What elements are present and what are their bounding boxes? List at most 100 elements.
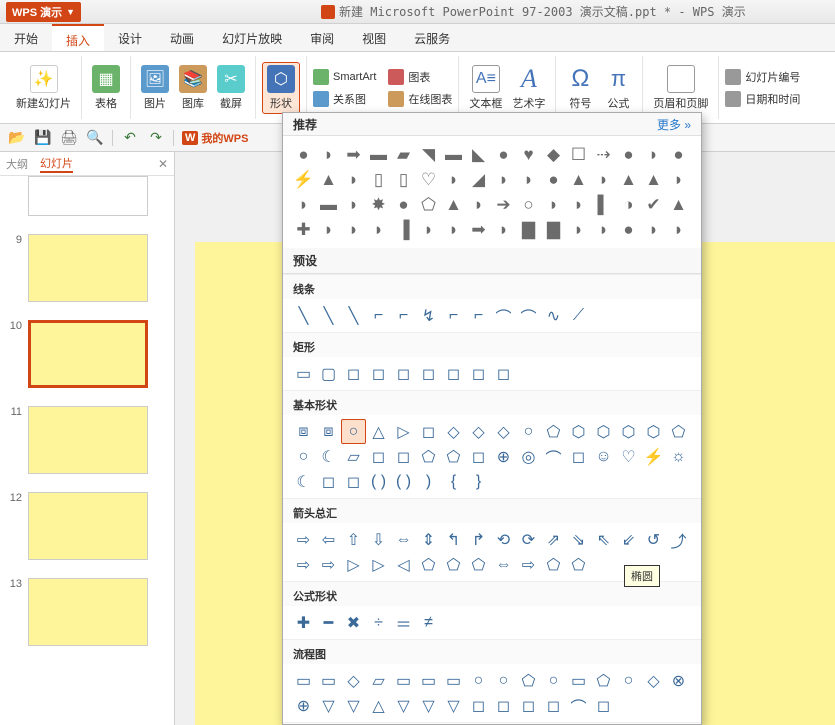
preset-shape[interactable]: ▽ [316, 693, 341, 718]
preset-shape[interactable]: ⌐ [391, 303, 416, 328]
preset-shape[interactable]: ♡ [616, 444, 641, 469]
preset-shape[interactable]: ⤴ [666, 527, 691, 552]
preset-shape[interactable]: ◻ [391, 444, 416, 469]
shape-button[interactable]: ⬡形状 [262, 62, 300, 114]
preset-shape[interactable]: ÷ [366, 610, 391, 635]
date-time-button[interactable]: 日期和时间 [725, 91, 800, 107]
recommend-shape[interactable]: ⚡ [291, 167, 316, 192]
recommend-shape[interactable]: ◗ [441, 167, 466, 192]
preset-shape[interactable]: ◁ [391, 552, 416, 577]
tab-insert[interactable]: 插入 [52, 24, 104, 51]
recommend-shape[interactable]: ◗ [341, 192, 366, 217]
relation-button[interactable]: 关系图 [313, 91, 376, 107]
preset-shape[interactable]: ⬠ [516, 668, 541, 693]
recommend-shape[interactable]: ✚ [291, 217, 316, 242]
tab-animation[interactable]: 动画 [156, 24, 208, 51]
textbox-button[interactable]: A≡文本框 [465, 63, 506, 113]
recommend-shape[interactable]: ▰ [391, 142, 416, 167]
preset-shape[interactable]: ⇔ [391, 527, 416, 552]
recommend-shape[interactable]: ● [616, 217, 641, 242]
preset-shape[interactable]: ⇔ [491, 552, 516, 577]
sidebar-tab-slides[interactable]: 幻灯片 [40, 155, 73, 173]
thumbnail-list[interactable]: 9 10 11 12 13 [0, 176, 174, 725]
preset-shape[interactable]: ( ) [366, 469, 391, 494]
preset-shape[interactable]: ◎ [516, 444, 541, 469]
preset-shape[interactable]: ↱ [466, 527, 491, 552]
preset-shape[interactable]: ▭ [566, 668, 591, 693]
recommend-shape[interactable]: ◗ [316, 142, 341, 167]
online-chart-button[interactable]: 在线图表 [388, 91, 452, 107]
preset-shape[interactable]: ◻ [366, 361, 391, 386]
preset-shape[interactable]: ◻ [466, 693, 491, 718]
preset-shape[interactable]: ○ [291, 444, 316, 469]
preset-shape[interactable]: ⊗ [666, 668, 691, 693]
preset-shape[interactable]: ◇ [491, 419, 516, 444]
tab-cloud[interactable]: 云服务 [400, 24, 464, 51]
slide-thumb[interactable] [28, 578, 148, 646]
wordart-button[interactable]: A艺术字 [508, 63, 549, 113]
preset-shape[interactable]: ⧈ [291, 419, 316, 444]
preset-shape[interactable]: ⬠ [416, 444, 441, 469]
preset-shape[interactable]: ▷ [341, 552, 366, 577]
redo-icon[interactable]: ↷ [147, 129, 165, 147]
preset-shape[interactable]: ⟲ [491, 527, 516, 552]
preset-shape[interactable]: ⌐ [366, 303, 391, 328]
recommend-shape[interactable]: ▲ [616, 167, 641, 192]
slide-thumb-selected[interactable] [28, 320, 148, 388]
preset-shape[interactable]: ✚ [291, 610, 316, 635]
slide-thumb-row[interactable]: 10 [6, 320, 168, 388]
preset-shape[interactable]: ⇖ [591, 527, 616, 552]
preset-shape[interactable]: ╲ [291, 303, 316, 328]
preset-shape[interactable]: ⇕ [416, 527, 441, 552]
preset-shape[interactable]: ◇ [641, 668, 666, 693]
preset-shape[interactable]: △ [366, 693, 391, 718]
preset-shape[interactable]: ◇ [341, 668, 366, 693]
preset-shape[interactable]: ▭ [391, 668, 416, 693]
preset-shape[interactable]: } [466, 469, 491, 494]
recommend-shape[interactable]: ☐ [566, 142, 591, 167]
preset-shape[interactable]: ○ [341, 419, 366, 444]
preset-shape[interactable]: ( ) [391, 469, 416, 494]
recommend-shape[interactable]: ▬ [441, 142, 466, 167]
preset-shape[interactable]: ⇘ [566, 527, 591, 552]
preset-shape[interactable]: ⌐ [441, 303, 466, 328]
slide-thumb[interactable] [28, 176, 148, 216]
preset-shape[interactable]: ◻ [391, 361, 416, 386]
preset-shape[interactable]: ○ [466, 668, 491, 693]
recommend-shape[interactable]: ● [491, 142, 516, 167]
recommend-shape[interactable]: ➡ [341, 142, 366, 167]
preset-shape[interactable]: ⇧ [341, 527, 366, 552]
preset-shape[interactable]: ▭ [291, 668, 316, 693]
recommend-shape[interactable]: ▯ [366, 167, 391, 192]
slide-thumb-row[interactable]: 11 [6, 406, 168, 474]
preset-shape[interactable]: ━ [316, 610, 341, 635]
my-wps-button[interactable]: W我的WPS [182, 130, 248, 146]
preset-shape[interactable]: △ [366, 419, 391, 444]
recommend-shape[interactable]: ✸ [366, 192, 391, 217]
recommend-shape[interactable]: ➔ [491, 192, 516, 217]
recommend-shape[interactable]: ◗ [341, 167, 366, 192]
preset-shape[interactable]: ○ [516, 419, 541, 444]
preset-shape[interactable]: ◇ [466, 419, 491, 444]
preset-shape[interactable]: ＝ [391, 610, 416, 635]
preset-shape[interactable]: ⧈ [316, 419, 341, 444]
preset-shape[interactable]: ☺ [591, 444, 616, 469]
recommend-shape[interactable]: ▲ [316, 167, 341, 192]
preset-shape[interactable]: ▭ [291, 361, 316, 386]
tab-view[interactable]: 视图 [348, 24, 400, 51]
recommend-shape[interactable]: ◗ [591, 217, 616, 242]
preset-shape[interactable]: ▱ [341, 444, 366, 469]
recommend-shape[interactable]: ◥ [416, 142, 441, 167]
gallery-button[interactable]: 📚图库 [175, 63, 211, 113]
preset-shape[interactable]: ⬠ [416, 552, 441, 577]
picture-button[interactable]: 🖼图片 [137, 63, 173, 113]
preset-shape[interactable]: ○ [541, 668, 566, 693]
preset-shape[interactable]: ⬡ [591, 419, 616, 444]
recommend-shape[interactable]: ● [291, 142, 316, 167]
save-icon[interactable]: 💾 [34, 129, 52, 147]
preset-shape[interactable]: ⌒ [566, 693, 591, 718]
recommend-shape[interactable]: ◗ [491, 217, 516, 242]
preset-shape[interactable]: ◻ [366, 444, 391, 469]
slide-thumb[interactable] [28, 234, 148, 302]
preset-shape[interactable]: ▽ [341, 693, 366, 718]
